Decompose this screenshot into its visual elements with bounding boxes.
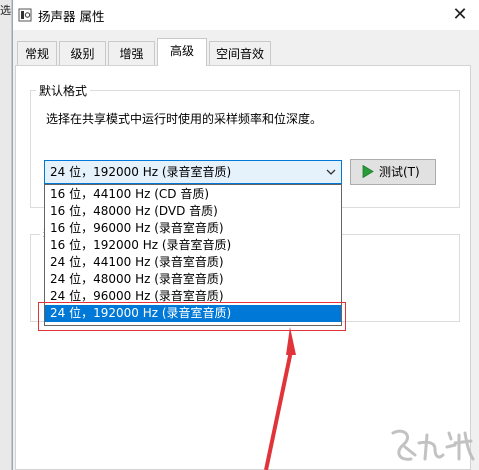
format-option[interactable]: 16 位，44100 Hz (CD 音质) xyxy=(45,186,341,203)
play-icon xyxy=(362,165,374,178)
default-format-description: 选择在共享模式中运行时使用的采样频率和位深度。 xyxy=(46,112,323,126)
sample-format-select[interactable]: 24 位，192000 Hz (录音室音质) xyxy=(44,160,342,184)
tab-spatial-sound[interactable]: 空间音效 xyxy=(209,41,271,65)
tab-enhancements[interactable]: 增强 xyxy=(108,41,155,65)
tab-levels[interactable]: 级别 xyxy=(59,41,106,65)
background-window-edge xyxy=(0,0,12,470)
watermark-logo xyxy=(391,429,475,461)
tab-general[interactable]: 常规 xyxy=(17,41,57,65)
format-option[interactable]: 16 位，48000 Hz (DVD 音质) xyxy=(45,203,341,220)
default-format-label: 默认格式 xyxy=(36,82,91,99)
speaker-properties-icon xyxy=(18,8,32,22)
chevron-down-icon[interactable] xyxy=(324,162,338,182)
format-option[interactable]: 16 位，96000 Hz (录音室音质) xyxy=(45,220,341,237)
dialog-title: 扬声器 属性 xyxy=(38,9,105,24)
annotation-arrow xyxy=(264,327,296,470)
close-button[interactable]: ✕ xyxy=(441,0,479,30)
background-window-title: 选 xyxy=(0,4,11,17)
format-option[interactable]: 16 位，192000 Hz (录音室音质) xyxy=(45,237,341,254)
format-option[interactable]: 24 位，44100 Hz (录音室音质) xyxy=(45,254,341,271)
tab-advanced[interactable]: 高级 xyxy=(157,38,207,66)
format-option[interactable]: 24 位，48000 Hz (录音室音质) xyxy=(45,271,341,288)
